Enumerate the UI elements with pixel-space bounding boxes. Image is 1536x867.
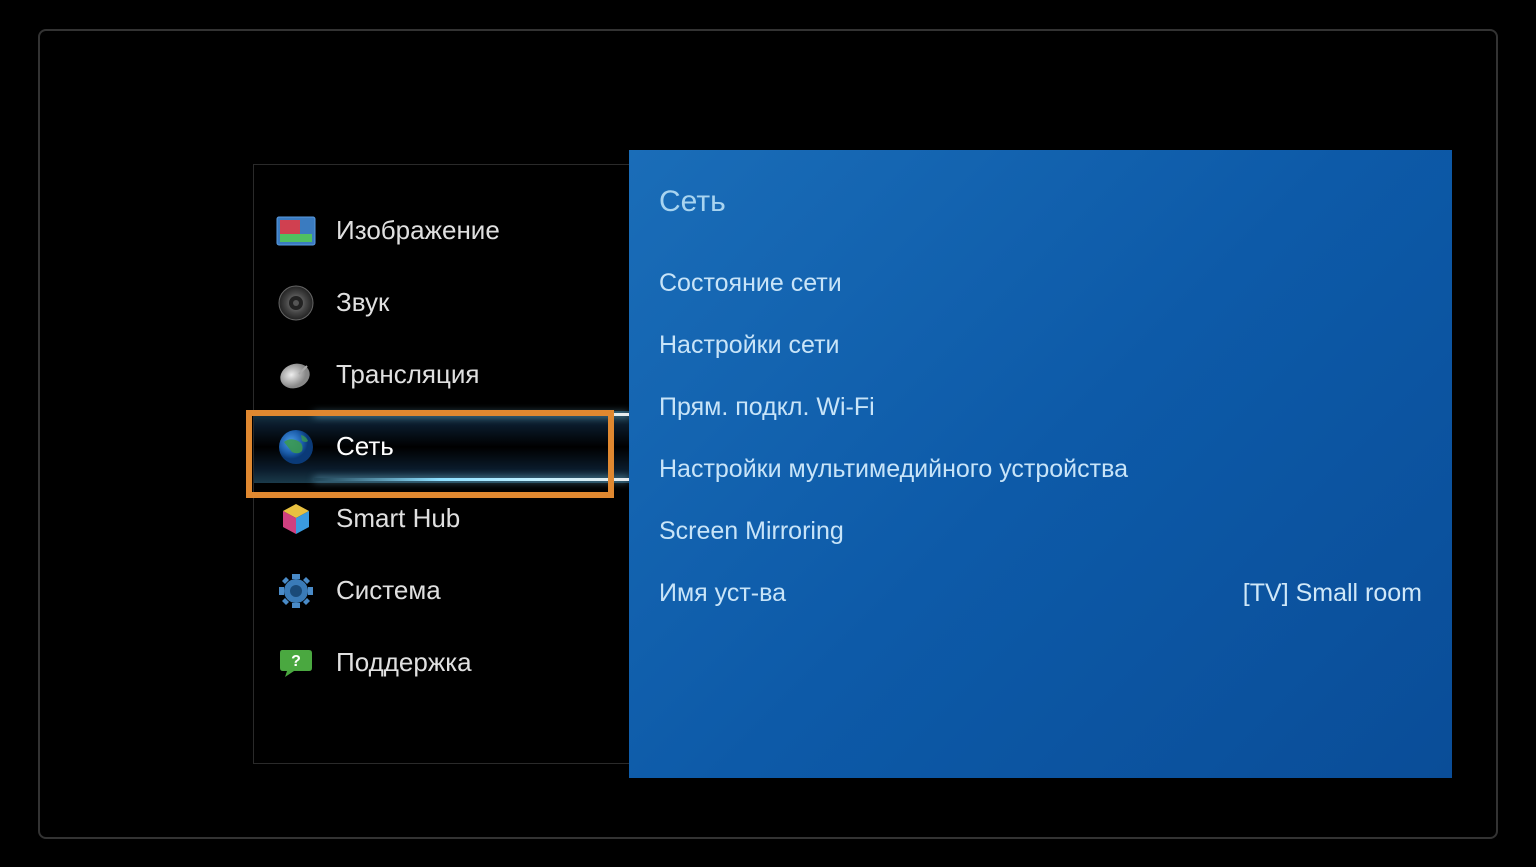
detail-item-label: Настройки мультимедийного устройства — [659, 455, 1128, 484]
sidebar-item-label: Система — [336, 575, 441, 606]
detail-item-label: Состояние сети — [659, 269, 842, 298]
sidebar-item-label: Сеть — [336, 431, 394, 462]
sidebar-item-network[interactable]: Сеть — [254, 411, 629, 483]
sidebar-item-sound[interactable]: Звук — [254, 267, 629, 339]
detail-item-value: [TV] Small room — [1243, 579, 1422, 608]
sidebar-item-label: Трансляция — [336, 359, 479, 390]
sidebar-item-system[interactable]: Система — [254, 555, 629, 627]
picture-icon — [274, 209, 318, 253]
globe-icon — [274, 425, 318, 469]
svg-text:?: ? — [291, 653, 301, 670]
detail-item-label: Screen Mirroring — [659, 517, 844, 546]
speaker-icon — [274, 281, 318, 325]
settings-menu: Изображение — [253, 164, 1343, 764]
detail-item-network-status[interactable]: Состояние сети — [659, 269, 1422, 298]
detail-item-screen-mirroring[interactable]: Screen Mirroring — [659, 517, 1422, 546]
tv-screen: Изображение — [93, 74, 1443, 794]
cube-icon — [274, 497, 318, 541]
sidebar-item-support[interactable]: ? Поддержка — [254, 627, 629, 699]
detail-item-device-name[interactable]: Имя уст-ва [TV] Small room — [659, 579, 1422, 608]
detail-items-list: Состояние сети Настройки сети Прям. подк… — [659, 269, 1422, 608]
detail-panel: Сеть Состояние сети Настройки сети Прям.… — [629, 150, 1452, 778]
tv-frame: Изображение — [38, 29, 1498, 839]
detail-item-network-settings[interactable]: Настройки сети — [659, 331, 1422, 360]
sidebar-item-label: Поддержка — [336, 647, 472, 678]
gear-icon — [274, 569, 318, 613]
sidebar-item-broadcast[interactable]: Трансляция — [254, 339, 629, 411]
detail-item-label: Настройки сети — [659, 331, 840, 360]
sidebar-item-label: Звук — [336, 287, 389, 318]
sidebar-item-label: Smart Hub — [336, 503, 460, 534]
speech-bubble-icon: ? — [274, 641, 318, 685]
sidebar: Изображение — [254, 165, 629, 763]
satellite-dish-icon — [274, 353, 318, 397]
detail-panel-title: Сеть — [659, 185, 1422, 219]
sidebar-item-label: Изображение — [336, 215, 500, 246]
detail-item-label: Прям. подкл. Wi-Fi — [659, 393, 875, 422]
sidebar-item-picture[interactable]: Изображение — [254, 195, 629, 267]
detail-item-wifi-direct[interactable]: Прям. подкл. Wi-Fi — [659, 393, 1422, 422]
sidebar-item-smarthub[interactable]: Smart Hub — [254, 483, 629, 555]
detail-item-multimedia-device[interactable]: Настройки мультимедийного устройства — [659, 455, 1422, 484]
detail-item-label: Имя уст-ва — [659, 579, 786, 608]
